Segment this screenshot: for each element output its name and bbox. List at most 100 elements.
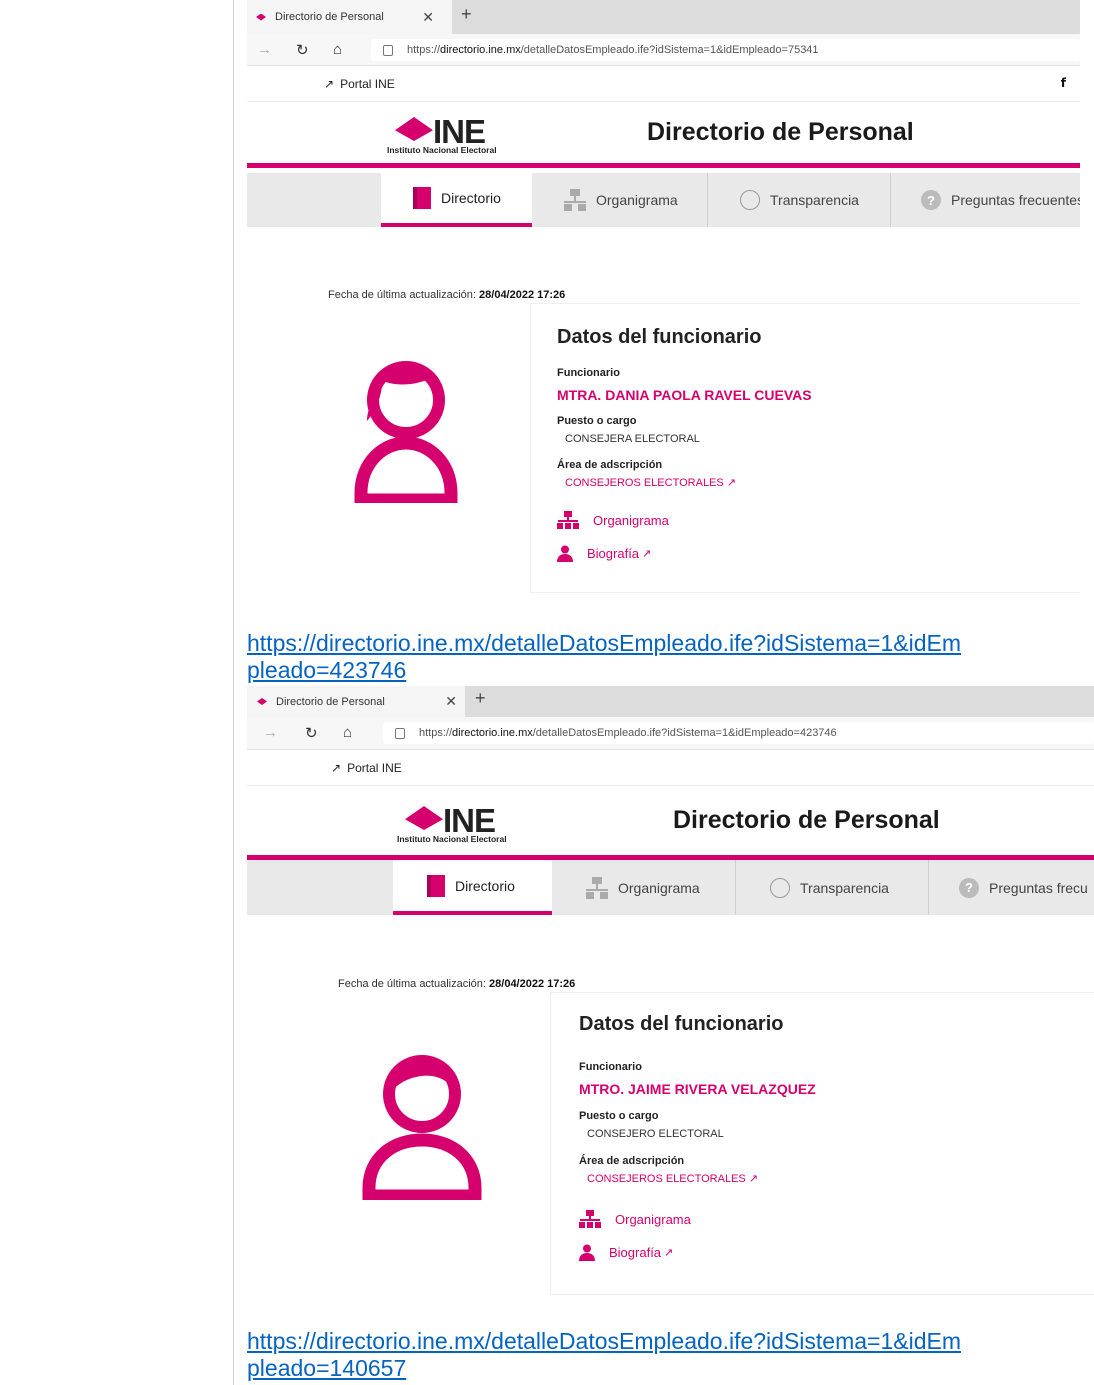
address-bar: → ↻ ⌂ https://directorio.ine.mx/detalleD… [247,717,1094,750]
screenshot-1: Directorio de Personal ✕ + → ↻ ⌂ https:/… [247,0,1080,597]
tab-title: Directorio de Personal [276,695,385,708]
female-avatar-icon [354,361,458,503]
tab-directorio[interactable]: Directorio [393,860,552,915]
official-name: MTRO. JAIME RIVERA VELAZQUEZ [579,1081,816,1097]
screenshot-2: Directorio de Personal ✕ + → ↻ ⌂ https:/… [247,686,1094,1298]
biografia-label: Biografía [609,1245,662,1260]
back-arrow-icon[interactable]: → [263,724,278,741]
area-link[interactable]: CONSEJEROS ELECTORALES ↗ [587,1172,758,1185]
area-link[interactable]: CONSEJEROS ELECTORALES ↗ [565,476,736,489]
url-prefix: https:// [419,727,453,739]
external-link-icon: ↗ [642,548,652,560]
portal-ine-link[interactable]: Portal INE [347,761,402,775]
official-details-card: Datos del funcionario Funcionario MTRO. … [550,992,1094,1295]
last-updated: Fecha de última actualización: 28/04/202… [328,289,565,301]
ine-favicon-icon [257,698,267,705]
organigrama-link[interactable]: Organigrama [579,1210,691,1228]
new-tab-icon[interactable]: + [475,688,486,709]
ine-diamond-icon [395,117,433,141]
facebook-icon[interactable]: f [1061,76,1066,90]
ine-logo[interactable]: INE Instituto Nacional Electoral [397,802,532,846]
document-hyperlink-1[interactable]: https://directorio.ine.mx/detalleDatosEm… [247,630,1087,684]
home-icon[interactable]: ⌂ [333,41,342,58]
url-path: /detalleDatosEmpleado.ife?idSistema=1&id… [520,44,819,56]
main-nav: Directorio Organigrama Transparencia ? P… [247,173,1080,227]
tab-transparencia[interactable]: Transparencia [708,173,891,227]
position-value: CONSEJERO ELECTORAL [587,1128,724,1140]
position-label: Puesto o cargo [579,1110,659,1122]
area-value: CONSEJEROS ELECTORALES [587,1173,746,1185]
tab-preguntas-frecuentes[interactable]: ? Preguntas frecuentes [891,173,1080,227]
back-arrow-icon[interactable]: → [257,41,272,58]
official-name: MTRA. DANIA PAOLA RAVEL CUEVAS [557,387,812,403]
site-header: INE Instituto Nacional Electoral Directo… [247,102,1080,168]
tab-label: Preguntas frecu [989,879,1088,896]
area-label: Área de adscripción [579,1155,685,1167]
reload-icon[interactable]: ↻ [296,41,309,59]
external-link-icon: ↗ [324,76,335,91]
org-chart-icon [586,876,608,899]
home-icon[interactable]: ⌂ [343,724,352,741]
external-link-icon: ↗ [748,1173,758,1185]
search-icon [740,190,760,210]
tab-directorio[interactable]: Directorio [381,173,532,227]
close-tab-icon[interactable]: ✕ [422,9,434,26]
external-link-icon: ↗ [331,760,342,775]
card-title: Datos del funcionario [579,1013,784,1035]
logo-subtitle: Instituto Nacional Electoral [397,834,507,844]
last-updated-value: 28/04/2022 17:26 [489,978,576,990]
biografia-link[interactable]: Biografía ↗ [557,545,651,562]
biografia-link[interactable]: Biografía ↗ [579,1244,673,1261]
address-bar: → ↻ ⌂ https://directorio.ine.mx/detalleD… [247,34,1080,66]
biografia-label: Biografía [587,546,640,561]
male-avatar-icon [362,1055,482,1200]
new-tab-icon[interactable]: + [461,4,472,25]
logo-subtitle: Instituto Nacional Electoral [387,145,497,155]
last-updated-value: 28/04/2022 17:26 [479,289,566,301]
book-icon [427,874,445,897]
site-header: INE Instituto Nacional Electoral Directo… [247,786,1094,860]
tab-label: Transparencia [800,879,889,896]
last-updated: Fecha de última actualización: 28/04/202… [338,978,575,990]
document-margin-line [233,0,234,1385]
site-title: Directorio de Personal [673,806,940,834]
browser-tabbar: Directorio de Personal ✕ + [247,686,1094,717]
user-icon [557,545,573,562]
org-chart-icon [557,511,579,529]
tab-transparencia[interactable]: Transparencia [736,860,929,915]
tab-preguntas-frecuentes[interactable]: ? Preguntas frecu [929,860,1094,915]
portal-ine-link[interactable]: Portal INE [340,77,395,91]
tab-organigrama[interactable]: Organigrama [532,173,708,227]
user-icon [579,1244,595,1261]
lock-icon [395,727,405,739]
position-label: Puesto o cargo [557,415,637,427]
ine-logo[interactable]: INE Instituto Nacional Electoral [387,113,522,157]
reload-icon[interactable]: ↻ [305,724,318,742]
tab-label: Directorio [441,190,501,206]
url-input[interactable]: https://directorio.ine.mx/detalleDatosEm… [383,722,1094,744]
url-host: directorio.ine.mx [440,44,521,56]
url-path: /detalleDatosEmpleado.ife?idSistema=1&id… [532,727,837,739]
close-tab-icon[interactable]: ✕ [445,693,457,710]
portal-bar: ↗ Portal INE f [247,66,1080,102]
org-chart-icon [564,189,586,211]
url-input[interactable]: https://directorio.ine.mx/detalleDatosEm… [371,39,1080,61]
document-hyperlink-2[interactable]: https://directorio.ine.mx/detalleDatosEm… [247,1328,1087,1382]
url-host: directorio.ine.mx [452,727,533,739]
official-label: Funcionario [557,367,620,379]
org-chart-icon [579,1210,601,1228]
organigrama-label: Organigrama [593,512,669,528]
external-link-icon: ↗ [664,1247,674,1259]
card-title: Datos del funcionario [557,326,762,348]
book-icon [413,187,431,209]
browser-tab[interactable]: Directorio de Personal ✕ [247,0,452,34]
url-prefix: https:// [407,44,441,56]
official-details-card: Datos del funcionario Funcionario MTRA. … [530,303,1080,593]
browser-tabbar: Directorio de Personal ✕ + [247,0,1080,34]
ine-favicon-icon [256,13,266,21]
tab-organigrama[interactable]: Organigrama [552,860,736,915]
ine-diamond-icon [405,806,443,830]
portal-bar: ↗ Portal INE [247,750,1094,786]
organigrama-link[interactable]: Organigrama [557,511,669,529]
browser-tab[interactable]: Directorio de Personal ✕ [247,686,465,717]
